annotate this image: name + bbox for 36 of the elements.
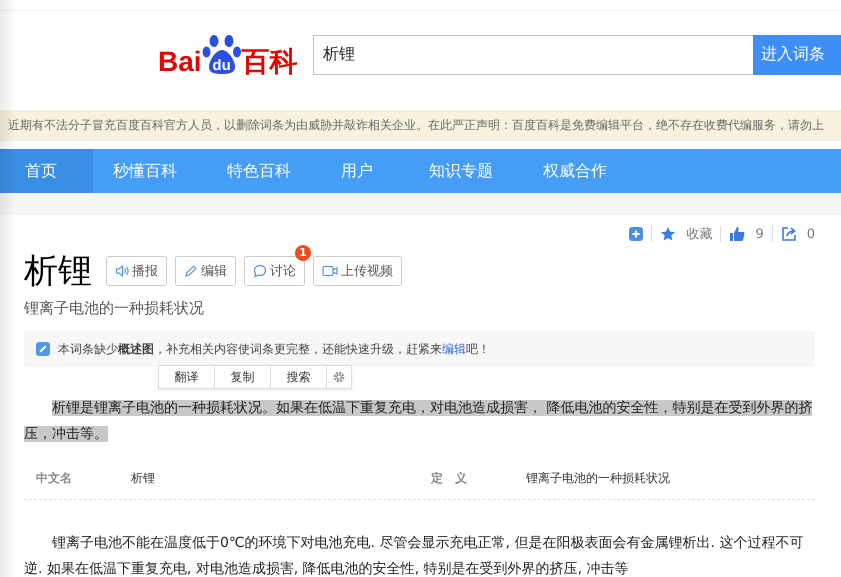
favorite-button[interactable]: 收藏 — [686, 225, 712, 243]
baidu-baike-logo[interactable]: Bai du 百科 — [158, 32, 298, 76]
share-icon — [780, 226, 797, 242]
video-camera-icon — [322, 264, 338, 278]
count-label: 0 — [806, 226, 815, 242]
count-badge: 1 — [295, 245, 311, 261]
info-value: 锂离子电池的一种损耗状况 — [526, 470, 671, 486]
notice-text: 近期有不法分子冒充百度百科官方人员，以删除词条为由威胁并敲诈相关企业。在此严正声明：百度百科是免费编辑平台，绝不存在收费代编服务，请勿上 — [0, 110, 841, 141]
entry-subtitle: 锂离子电池的一种损耗状况 — [24, 299, 205, 318]
popup-button[interactable]: 复制 — [215, 366, 271, 388]
popup-button[interactable]: 搜索 — [271, 366, 327, 388]
popup-button[interactable]: 翻译 — [159, 366, 215, 388]
entry-title: 析锂 — [24, 250, 92, 293]
add-icon[interactable] — [629, 227, 644, 241]
toolbar-button[interactable]: 上传视频 — [313, 256, 402, 286]
info-label: 中文名 — [36, 470, 73, 486]
enter-entry-button[interactable]: 进入词条 — [753, 34, 841, 74]
thumbs-up-icon — [729, 226, 746, 242]
nav-tab[interactable]: 首页 — [0, 149, 93, 193]
summary-paragraph: 析锂是锂离子电池的一种损耗状况。如果在低温下重复充电，对电池造成损害， 降低电池的安全性，特别是在受到外界的挤压，冲击等。 — [24, 399, 814, 444]
edit-link[interactable]: 编辑 — [442, 342, 466, 356]
count-label: 9 — [755, 226, 764, 242]
pencil-icon — [184, 264, 198, 278]
body-paragraph: 锂离子电池不能在温度低于0℃的环境下对电池充电. 尽管会显示充电正常, 但是在阳极表面会有金属锂析出. 这个过程不可逆. 如果在低温下重复充电, 对电池造成损害, 降低电池的安全性, 特别是在受到外界的挤压, 冲击等 — [24, 534, 804, 577]
speech-bubble-icon — [253, 264, 267, 278]
speaker-icon — [115, 264, 129, 278]
info-label: 定 义 — [431, 470, 468, 486]
edit-icon — [36, 342, 50, 356]
settings-icon[interactable] — [327, 366, 351, 388]
star-icon — [660, 226, 676, 242]
toolbar-button[interactable]: 播报 — [106, 256, 167, 286]
search-field[interactable]: 析锂 — [313, 34, 753, 74]
toolbar-button[interactable]: 讨论 — [244, 256, 305, 286]
toolbar-button[interactable]: 编辑 — [175, 256, 236, 286]
tip-text: 本词条缺少概述图，补充相关内容使词条更完整，还能快速升级，赶紧来编辑吧！ — [58, 340, 490, 358]
info-value: 析锂 — [131, 470, 156, 486]
